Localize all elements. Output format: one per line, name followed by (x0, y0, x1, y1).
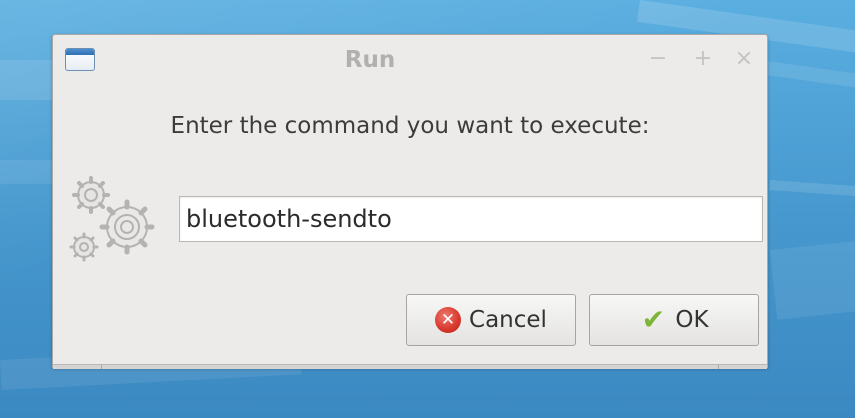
window-title: Run (344, 47, 396, 73)
cancel-icon: ✕ (435, 307, 462, 333)
wallpaper-streak (0, 160, 52, 184)
cancel-button[interactable]: ✕ Cancel (406, 294, 576, 346)
command-input[interactable] (179, 196, 763, 242)
window-bottom-edge (53, 364, 767, 369)
wallpaper-streak (769, 180, 855, 199)
ok-button[interactable]: ✔ OK (589, 294, 759, 346)
wallpaper-streak (758, 60, 855, 94)
title-bar[interactable]: Run − + × (53, 35, 767, 85)
prompt-label: Enter the command you want to execute: (170, 113, 650, 139)
checkmark-icon: ✔ (641, 303, 666, 336)
minimize-button[interactable]: − (645, 45, 671, 73)
ok-button-label: OK (675, 307, 709, 333)
wallpaper-streak (0, 60, 52, 100)
maximize-button[interactable]: + (690, 45, 716, 73)
run-dialog: Run − + × Enter the command you want to … (52, 34, 768, 369)
wallpaper-streak (770, 237, 855, 320)
gears-icon (69, 176, 155, 262)
cancel-button-label: Cancel (469, 307, 547, 333)
close-button[interactable]: × (731, 45, 757, 73)
